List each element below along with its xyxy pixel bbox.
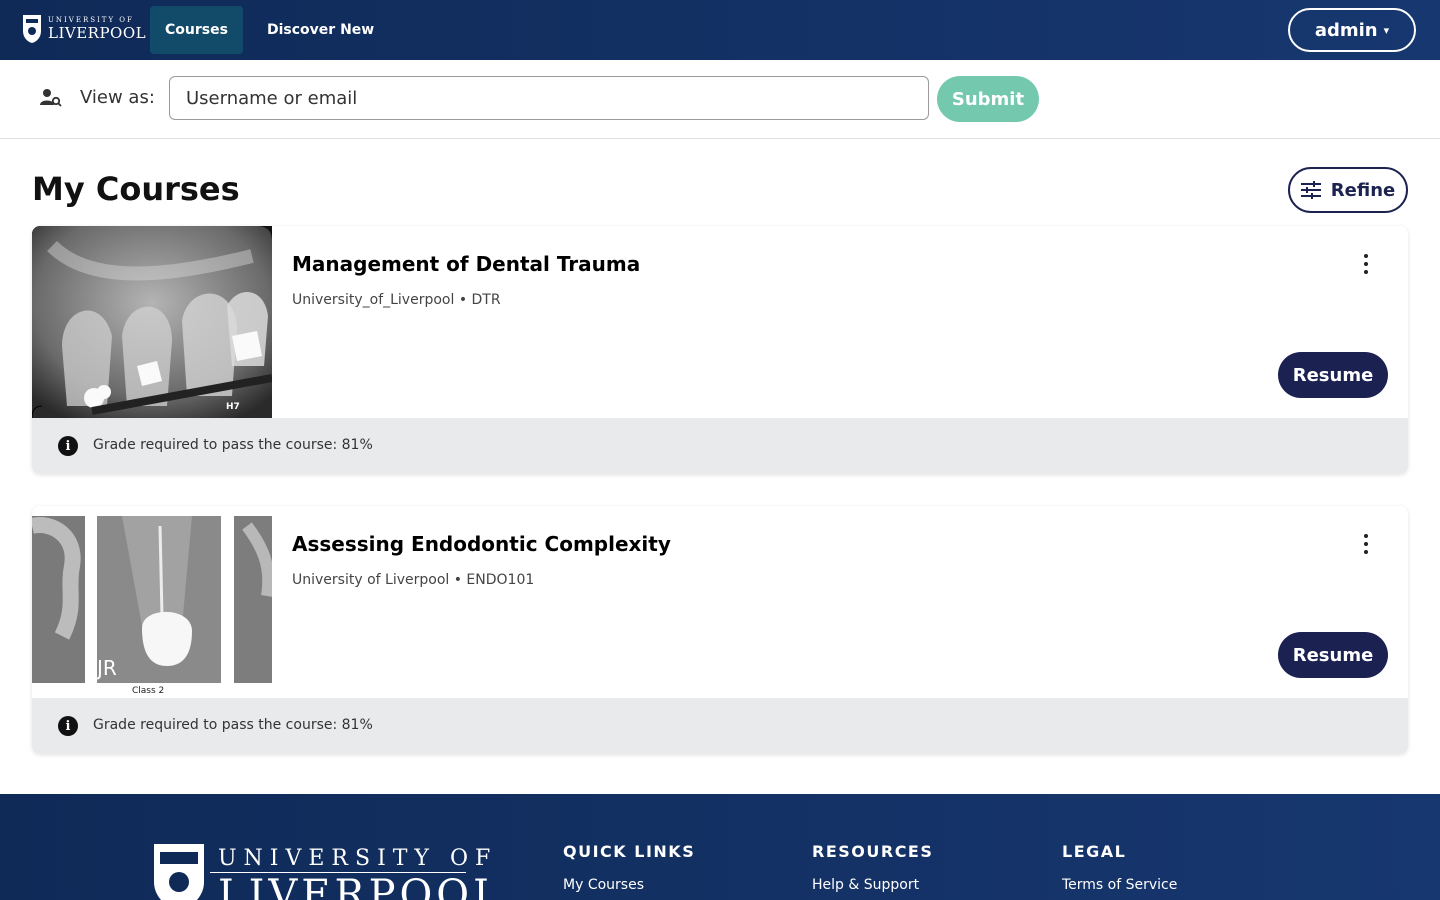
user-search-icon — [40, 89, 62, 107]
footer-heading: QUICK LINKS — [563, 842, 696, 861]
xray-image — [32, 506, 272, 698]
refine-label: Refine — [1330, 179, 1396, 201]
sliders-icon — [1300, 181, 1321, 199]
submit-button[interactable]: Submit — [937, 76, 1039, 122]
university-logo[interactable]: UNIVERSITY OF LIVERPOOL — [22, 14, 146, 44]
view-as-label: View as: — [80, 87, 155, 108]
info-icon: i — [58, 436, 78, 456]
course-thumbnail[interactable]: JR Class 2 — [32, 506, 272, 698]
footer-link-terms[interactable]: Terms of Service — [1062, 877, 1177, 893]
course-card: H7 Management of Dental Trauma Universit… — [32, 226, 1408, 474]
user-menu-button[interactable]: admin ▾ — [1288, 8, 1416, 52]
grade-requirement-text: Grade required to pass the course: 81% — [93, 717, 373, 733]
view-as-bar: View as: Submit — [0, 60, 1440, 139]
logo-text-top: UNIVERSITY OF — [48, 16, 134, 24]
footer-heading: RESOURCES — [812, 842, 934, 861]
user-menu-label: admin — [1314, 19, 1378, 41]
footer-column-resources: RESOURCES Help & Support — [812, 842, 933, 893]
course-thumbnail[interactable]: H7 — [32, 226, 272, 418]
view-as-input[interactable] — [169, 76, 929, 120]
crest-icon — [23, 15, 41, 43]
resume-button[interactable]: Resume — [1278, 632, 1388, 678]
tab-courses[interactable]: Courses — [150, 6, 243, 54]
info-icon: i — [58, 716, 78, 736]
footer-column-legal: LEGAL Terms of Service — [1062, 842, 1177, 893]
course-title[interactable]: Assessing Endodontic Complexity — [292, 532, 671, 556]
footer-link-help-support[interactable]: Help & Support — [812, 877, 933, 893]
course-subtitle: University of Liverpool • ENDO101 — [292, 572, 535, 588]
thumbnail-caption: Class 2 — [132, 686, 165, 696]
xray-image — [32, 226, 272, 418]
footer-logo-text-bottom: LIVERPOOL — [218, 872, 504, 900]
chevron-down-icon: ▾ — [1383, 23, 1390, 37]
footer-logo-text-top: UNIVERSITY OF — [218, 846, 498, 871]
crest-icon — [154, 844, 204, 900]
more-options-icon[interactable] — [1354, 534, 1378, 554]
top-navigation-bar: UNIVERSITY OF LIVERPOOL Courses Discover… — [0, 0, 1440, 60]
grade-requirement-text: Grade required to pass the course: 81% — [93, 437, 373, 453]
grade-requirement-bar: i Grade required to pass the course: 81% — [32, 698, 1408, 754]
tab-discover-new[interactable]: Discover New — [252, 6, 389, 54]
course-subtitle: University_of_Liverpool • DTR — [292, 292, 501, 308]
thumbnail-label: JR — [97, 656, 117, 680]
course-title[interactable]: Management of Dental Trauma — [292, 252, 640, 276]
grade-requirement-bar: i Grade required to pass the course: 81% — [32, 418, 1408, 474]
thumbnail-label: H7 — [226, 402, 240, 412]
resume-button[interactable]: Resume — [1278, 352, 1388, 398]
footer-column-quick-links: QUICK LINKS My Courses — [563, 842, 695, 893]
page-title: My Courses — [32, 170, 240, 208]
footer-link-my-courses[interactable]: My Courses — [563, 877, 695, 893]
logo-text-bottom: LIVERPOOL — [48, 24, 147, 42]
refine-button[interactable]: Refine — [1288, 167, 1408, 213]
more-options-icon[interactable] — [1354, 254, 1378, 274]
footer-heading: LEGAL — [1062, 842, 1127, 861]
course-card: JR Class 2 Assessing Endodontic Complexi… — [32, 506, 1408, 754]
site-footer: UNIVERSITY OF LIVERPOOL QUICK LINKS My C… — [0, 794, 1440, 900]
